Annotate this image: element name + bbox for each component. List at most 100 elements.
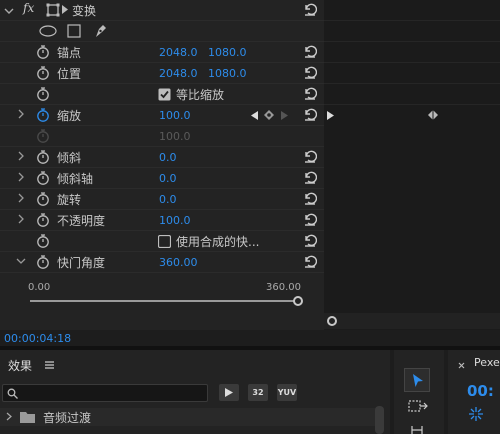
property-row-composition-shutter: 使用合成的快... — [0, 231, 324, 252]
effects-search-input[interactable] — [2, 384, 208, 402]
property-row-position: 位置 2048.0 1080.0 — [0, 63, 324, 84]
stopwatch-disabled-icon — [37, 129, 49, 143]
slider-max-label: 360.00 — [266, 282, 301, 293]
property-label: 缩放 — [57, 109, 82, 123]
stopwatch-icon[interactable] — [36, 65, 50, 81]
prev-keyframe-icon[interactable] — [251, 111, 258, 120]
timeline-divider — [324, 62, 500, 63]
chevron-right-icon[interactable] — [16, 213, 26, 225]
property-row-skew-axis: 倾斜轴 0.0 — [0, 168, 324, 189]
add-keyframe-icon[interactable] — [264, 110, 274, 120]
close-icon[interactable] — [458, 362, 465, 369]
chevron-down-icon[interactable] — [16, 255, 26, 267]
property-label: 旋转 — [57, 193, 82, 207]
timeline-scrollbar[interactable] — [324, 313, 500, 329]
reset-icon[interactable] — [303, 2, 317, 16]
property-value[interactable]: 360.00 — [159, 256, 198, 269]
mask-transform-icon[interactable] — [46, 3, 60, 17]
chevron-down-icon[interactable] — [4, 5, 14, 17]
yuv-filter-badge[interactable]: YUV — [277, 384, 297, 401]
reset-icon[interactable] — [303, 65, 317, 79]
fx-icon[interactable]: fx — [23, 1, 34, 15]
property-value-y[interactable]: 1080.0 — [208, 67, 247, 80]
stopwatch-active-icon[interactable] — [36, 107, 50, 123]
ellipse-mask-icon[interactable] — [39, 25, 57, 37]
stopwatch-icon[interactable] — [36, 86, 50, 102]
scrollbar-handle[interactable] — [327, 316, 337, 326]
reset-icon[interactable] — [303, 170, 317, 184]
reset-icon[interactable] — [303, 44, 317, 58]
timeline-divider — [324, 104, 500, 105]
folder-icon — [20, 412, 35, 423]
checkbox-label: 使用合成的快... — [176, 235, 260, 249]
chevron-right-icon[interactable] — [16, 108, 26, 120]
property-value[interactable]: 100.0 — [159, 214, 191, 227]
property-value-x[interactable]: 2048.0 — [159, 67, 198, 80]
chevron-right-icon[interactable] — [6, 412, 12, 421]
property-row-shutter-angle: 快门角度 360.00 — [0, 252, 324, 273]
slider-thumb[interactable] — [293, 296, 303, 306]
chevron-right-icon[interactable] — [16, 171, 26, 183]
uniform-scale-checkbox[interactable] — [158, 88, 171, 101]
stopwatch-icon[interactable] — [36, 170, 50, 186]
chevron-right-icon[interactable] — [16, 192, 26, 204]
play-small-icon — [62, 5, 68, 14]
next-keyframe-icon[interactable] — [281, 111, 288, 120]
stopwatch-icon[interactable] — [36, 149, 50, 165]
snap-settings-icon[interactable] — [468, 406, 484, 422]
property-value[interactable]: 0.0 — [159, 172, 177, 185]
property-label: 快门角度 — [57, 256, 106, 270]
pen-mask-icon[interactable] — [94, 23, 108, 39]
hamburger-icon[interactable] — [45, 361, 54, 369]
stopwatch-icon[interactable] — [36, 212, 50, 228]
property-row-scale: 缩放 100.0 — [0, 105, 324, 126]
accelerated-effects-filter-icon[interactable] — [219, 384, 239, 401]
keyframe-nav-arrow-icon — [327, 111, 334, 120]
property-row-anchor: 锚点 2048.0 1080.0 — [0, 42, 324, 63]
property-value-x[interactable]: 2048.0 — [159, 46, 198, 59]
property-value[interactable]: 100.0 — [159, 109, 191, 122]
timeline-divider — [324, 41, 500, 42]
32bit-filter-badge[interactable]: 32 — [248, 384, 268, 401]
reset-icon[interactable] — [303, 233, 317, 247]
reset-icon[interactable] — [303, 86, 317, 100]
reset-icon[interactable] — [303, 191, 317, 205]
effects-panel-title[interactable]: 效果 — [8, 357, 32, 374]
stopwatch-icon[interactable] — [36, 44, 50, 60]
program-timecode[interactable]: 00: — [467, 382, 494, 400]
effects-panel: 效果 32 YUV 音频过渡 — [0, 350, 390, 434]
group-title: 变换 — [72, 4, 97, 18]
property-label: 倾斜轴 — [57, 172, 94, 186]
property-label: 倾斜 — [57, 151, 82, 165]
ripple-edit-tool-icon[interactable] — [410, 424, 424, 434]
rectangle-mask-icon[interactable] — [67, 24, 81, 38]
reset-icon[interactable] — [303, 107, 317, 121]
slider-track[interactable] — [30, 300, 298, 302]
reset-icon[interactable] — [303, 212, 317, 226]
shutter-angle-slider-area: 0.00 360.00 — [0, 274, 324, 314]
reset-icon[interactable] — [303, 149, 317, 163]
current-timecode[interactable]: 00:00:04:18 — [4, 332, 71, 345]
effects-scrollbar[interactable] — [375, 406, 384, 434]
reset-icon[interactable] — [303, 254, 317, 268]
property-value[interactable]: 0.0 — [159, 151, 177, 164]
property-value[interactable]: 0.0 — [159, 193, 177, 206]
stopwatch-icon[interactable] — [36, 191, 50, 207]
tree-item-label: 音频过渡 — [43, 411, 92, 425]
composition-shutter-checkbox[interactable] — [158, 235, 171, 248]
transform-header-row[interactable]: fx 变换 — [0, 0, 324, 21]
property-value-y[interactable]: 1080.0 — [208, 46, 247, 59]
stopwatch-icon[interactable] — [36, 254, 50, 270]
tools-panel — [394, 350, 444, 434]
track-select-tool-icon[interactable] — [408, 399, 428, 413]
property-row-uniform-scale: 等比缩放 — [0, 84, 324, 105]
property-value-disabled: 100.0 — [159, 130, 191, 143]
effect-keyframe-timeline[interactable] — [324, 0, 500, 330]
program-tab-label[interactable]: Pexe — [474, 356, 500, 369]
selection-tool-button[interactable] — [404, 368, 430, 392]
chevron-right-icon[interactable] — [16, 150, 26, 162]
keyframe-diamond-icon[interactable] — [427, 110, 439, 120]
mask-tools-row — [0, 21, 324, 42]
stopwatch-icon[interactable] — [36, 233, 50, 249]
tree-item-audio-transitions[interactable]: 音频过渡 — [0, 408, 384, 426]
